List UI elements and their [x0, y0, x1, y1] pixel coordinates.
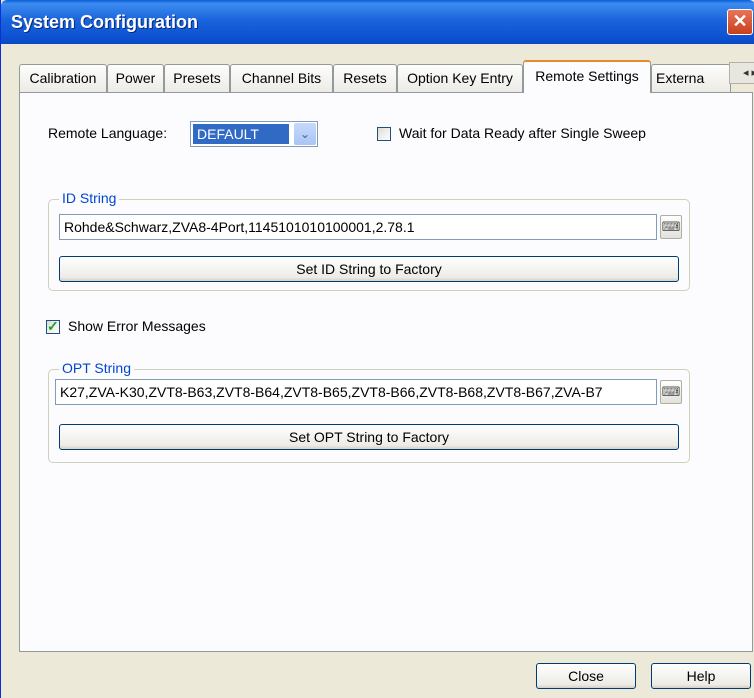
remote-settings-panel: Remote Language: DEFAULT ⌄ Wait for Data… — [19, 92, 753, 652]
id-string-group: ID String Rohde&Schwarz,ZVA8-4Port,11451… — [48, 190, 690, 291]
remote-language-dropdown[interactable]: DEFAULT ⌄ — [190, 121, 318, 147]
id-string-title: ID String — [59, 190, 120, 206]
chevron-left-icon[interactable]: ◂ — [743, 67, 749, 79]
set-id-string-factory-button[interactable]: Set ID String to Factory — [59, 256, 679, 282]
wait-for-data-ready-checkbox[interactable] — [377, 127, 391, 141]
tab-power[interactable]: Power — [107, 64, 164, 92]
help-button[interactable]: Help — [651, 663, 751, 689]
show-error-messages-checkbox[interactable] — [46, 318, 60, 335]
opt-string-group: OPT String K27,ZVA-K30,ZVT8-B63,ZVT8-B64… — [48, 360, 690, 463]
tab-scroll-arrows[interactable]: ◂ ▸ — [729, 62, 754, 84]
tab-resets[interactable]: Resets — [333, 64, 397, 92]
opt-string-input[interactable]: K27,ZVA-K30,ZVT8-B63,ZVT8-B64,ZVT8-B65,Z… — [55, 379, 657, 405]
keyboard-icon[interactable]: ⌨ — [660, 380, 682, 404]
tab-strip: Calibration Power Presets Channel Bits R… — [19, 60, 754, 93]
chevron-down-icon[interactable]: ⌄ — [294, 123, 316, 145]
close-window-button[interactable]: ✕ — [727, 9, 753, 35]
opt-string-title: OPT String — [59, 360, 134, 376]
window-title: System Configuration — [11, 12, 199, 32]
tab-presets[interactable]: Presets — [164, 64, 230, 92]
tab-calibration[interactable]: Calibration — [19, 64, 107, 92]
id-string-input[interactable]: Rohde&Schwarz,ZVA8-4Port,114510101010000… — [59, 214, 657, 240]
keyboard-icon[interactable]: ⌨ — [660, 215, 682, 239]
tab-remote-settings[interactable]: Remote Settings — [523, 60, 651, 93]
tab-external[interactable]: Externa — [651, 64, 731, 92]
show-error-messages-label: Show Error Messages — [68, 318, 206, 334]
system-configuration-dialog: System Configuration ✕ Calibration Power… — [0, 0, 754, 698]
remote-language-value: DEFAULT — [193, 124, 289, 144]
tab-option-key-entry[interactable]: Option Key Entry — [397, 64, 523, 92]
tab-channel-bits[interactable]: Channel Bits — [230, 64, 333, 92]
remote-language-label: Remote Language: — [48, 125, 168, 141]
close-button[interactable]: Close — [536, 663, 636, 689]
set-opt-string-factory-button[interactable]: Set OPT String to Factory — [59, 424, 679, 450]
wait-for-data-ready-label: Wait for Data Ready after Single Sweep — [399, 125, 646, 141]
title-bar[interactable]: System Configuration ✕ — [1, 0, 754, 44]
